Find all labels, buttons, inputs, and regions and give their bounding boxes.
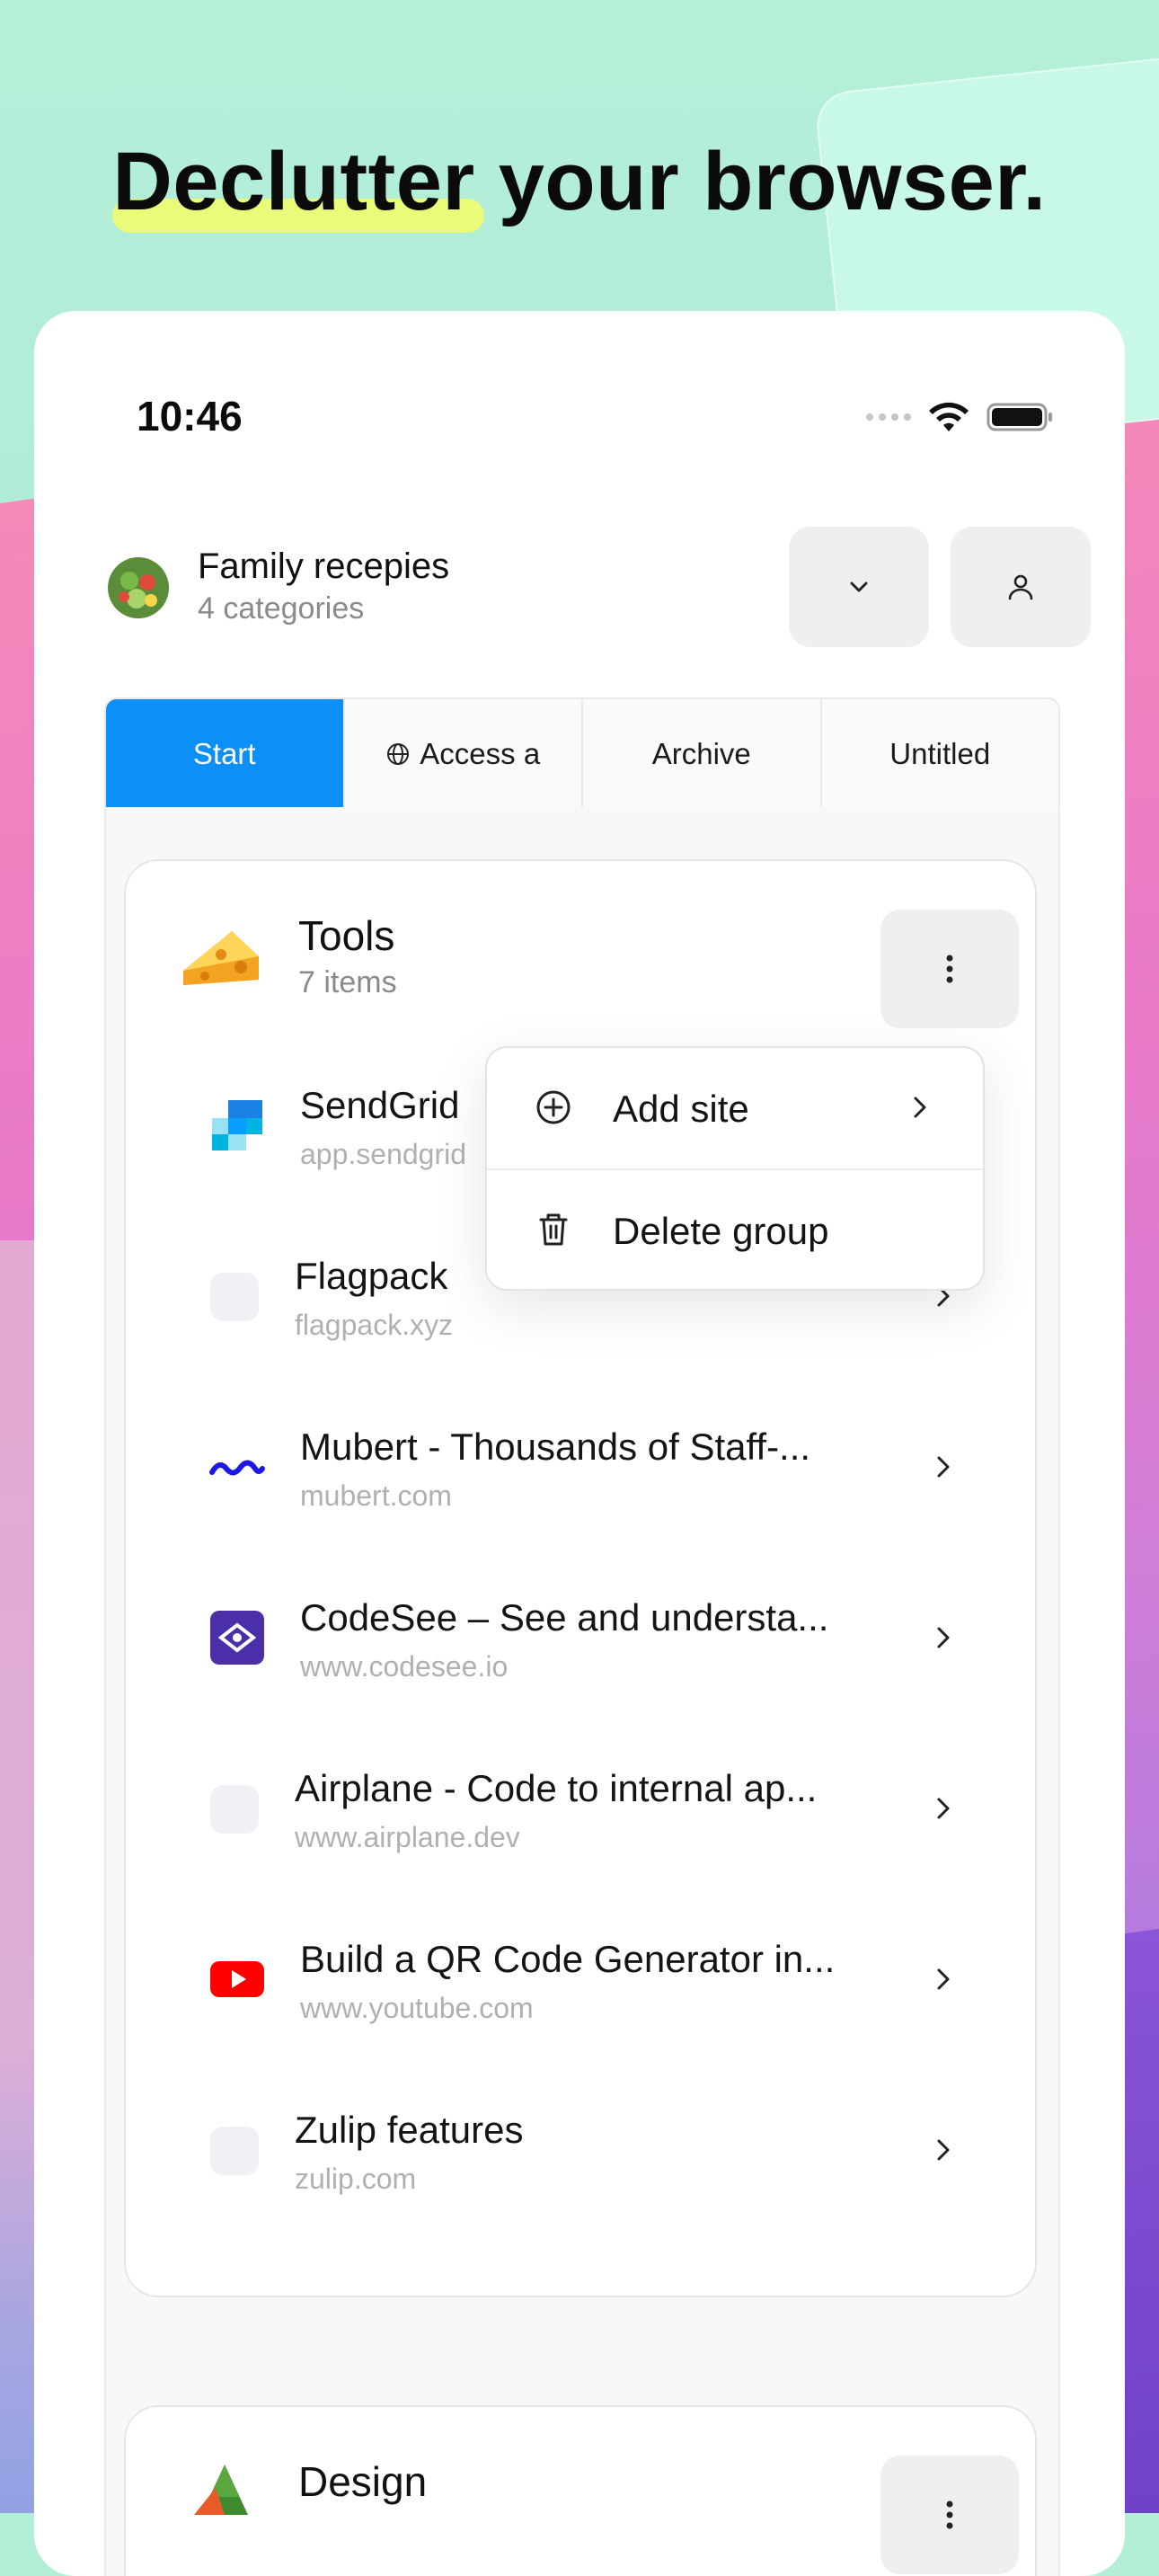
item-title: Mubert - Thousands of Staff-... — [300, 1426, 811, 1468]
group-more-button[interactable] — [880, 2456, 1019, 2574]
tab-label: Access a — [420, 737, 541, 770]
chevron-right-icon — [937, 1968, 950, 1990]
context-menu: Add site Delete group — [485, 1046, 985, 1291]
menu-item-label: Add site — [613, 1088, 749, 1130]
item-title: Zulip features — [295, 2109, 524, 2151]
list-item[interactable]: Zulip features zulip.com — [126, 2083, 1035, 2218]
group-card-design: Design — [124, 2405, 1037, 2576]
battery-icon — [986, 403, 1052, 431]
menu-item-delete-group[interactable]: Delete group — [487, 1170, 983, 1289]
menu-item-add-site[interactable]: Add site — [487, 1048, 983, 1167]
item-title: Airplane - Code to internal ap... — [295, 1767, 818, 1809]
space-avatar[interactable] — [106, 555, 171, 620]
trash-icon — [539, 1213, 568, 1246]
item-url: mubert.com — [300, 1479, 452, 1512]
sendgrid-icon — [212, 1100, 262, 1150]
favicon-placeholder — [210, 1785, 259, 1834]
status-icons — [866, 401, 1055, 433]
tab-label: Archive — [651, 737, 751, 770]
app-screen: 10:46 Family recepies 4 categories Start… — [34, 311, 1125, 2576]
chevron-right-icon — [937, 1456, 950, 1478]
person-icon — [1008, 574, 1033, 600]
menu-item-label: Delete group — [613, 1210, 829, 1252]
globe-icon — [387, 743, 410, 765]
codesee-icon — [210, 1611, 264, 1665]
group-title: Tools — [298, 912, 395, 959]
space-title[interactable]: Family recepies — [198, 546, 449, 587]
profile-button[interactable] — [951, 527, 1091, 647]
list-item[interactable]: Mubert - Thousands of Staff-... mubert.c… — [126, 1400, 1035, 1535]
tab-label: Start — [192, 737, 256, 770]
cheese-icon — [183, 931, 259, 985]
favicon-placeholder — [210, 2127, 259, 2175]
item-title: Build a QR Code Generator in... — [300, 1938, 836, 1980]
item-url: flagpack.xyz — [295, 1309, 454, 1341]
tree-icon — [194, 2465, 248, 2515]
favicon-placeholder — [210, 1273, 259, 1321]
item-title: SendGrid — [300, 1084, 460, 1126]
list-item[interactable]: Build a QR Code Generator in... www.yout… — [126, 1913, 1035, 2047]
chevron-right-icon — [937, 1627, 950, 1648]
more-vertical-icon — [946, 2500, 953, 2529]
headline: Declutter your browser. — [0, 135, 1159, 229]
tab-untitled[interactable]: Untitled — [822, 699, 1059, 809]
item-url: www.codesee.io — [300, 1650, 509, 1683]
item-url: app.sendgrid — [300, 1138, 467, 1170]
wifi-icon — [929, 402, 969, 431]
chevron-right-icon — [914, 1097, 926, 1118]
group-more-button[interactable] — [880, 910, 1019, 1028]
chevron-down-icon — [850, 582, 868, 592]
chevron-right-icon — [937, 1798, 950, 1819]
tab-bar: Start Access a Archive Untitled — [104, 697, 1060, 811]
tab-access[interactable]: Access a — [345, 699, 583, 809]
youtube-icon — [210, 1961, 264, 1997]
headline-rest: your browser. — [474, 136, 1047, 227]
plus-circle-icon — [536, 1090, 571, 1124]
signal-icon — [866, 413, 911, 421]
group-subtitle: 7 items — [298, 965, 397, 999]
item-title: Flagpack — [295, 1255, 448, 1297]
chevron-right-icon — [937, 2139, 950, 2161]
mubert-icon — [209, 1460, 265, 1476]
more-vertical-icon — [946, 955, 953, 983]
tab-start[interactable]: Start — [106, 699, 345, 809]
status-time: 10:46 — [137, 393, 243, 440]
item-url: www.youtube.com — [300, 1992, 534, 2024]
tab-archive[interactable]: Archive — [583, 699, 822, 809]
space-header: Family recepies 4 categories — [106, 527, 1091, 649]
space-subtitle: 4 categories — [198, 591, 365, 626]
item-title: CodeSee – See and understa... — [300, 1596, 829, 1639]
tab-label: Untitled — [889, 737, 991, 770]
group-title: Design — [298, 2458, 428, 2505]
list-item[interactable]: Airplane - Code to internal ap... www.ai… — [126, 1742, 1035, 1877]
headline-highlight: Declutter — [112, 136, 475, 227]
item-url: zulip.com — [295, 2163, 417, 2195]
list-item[interactable]: CodeSee – See and understa... www.codese… — [126, 1571, 1035, 1706]
item-url: www.airplane.dev — [295, 1821, 520, 1853]
dropdown-button[interactable] — [789, 527, 929, 647]
